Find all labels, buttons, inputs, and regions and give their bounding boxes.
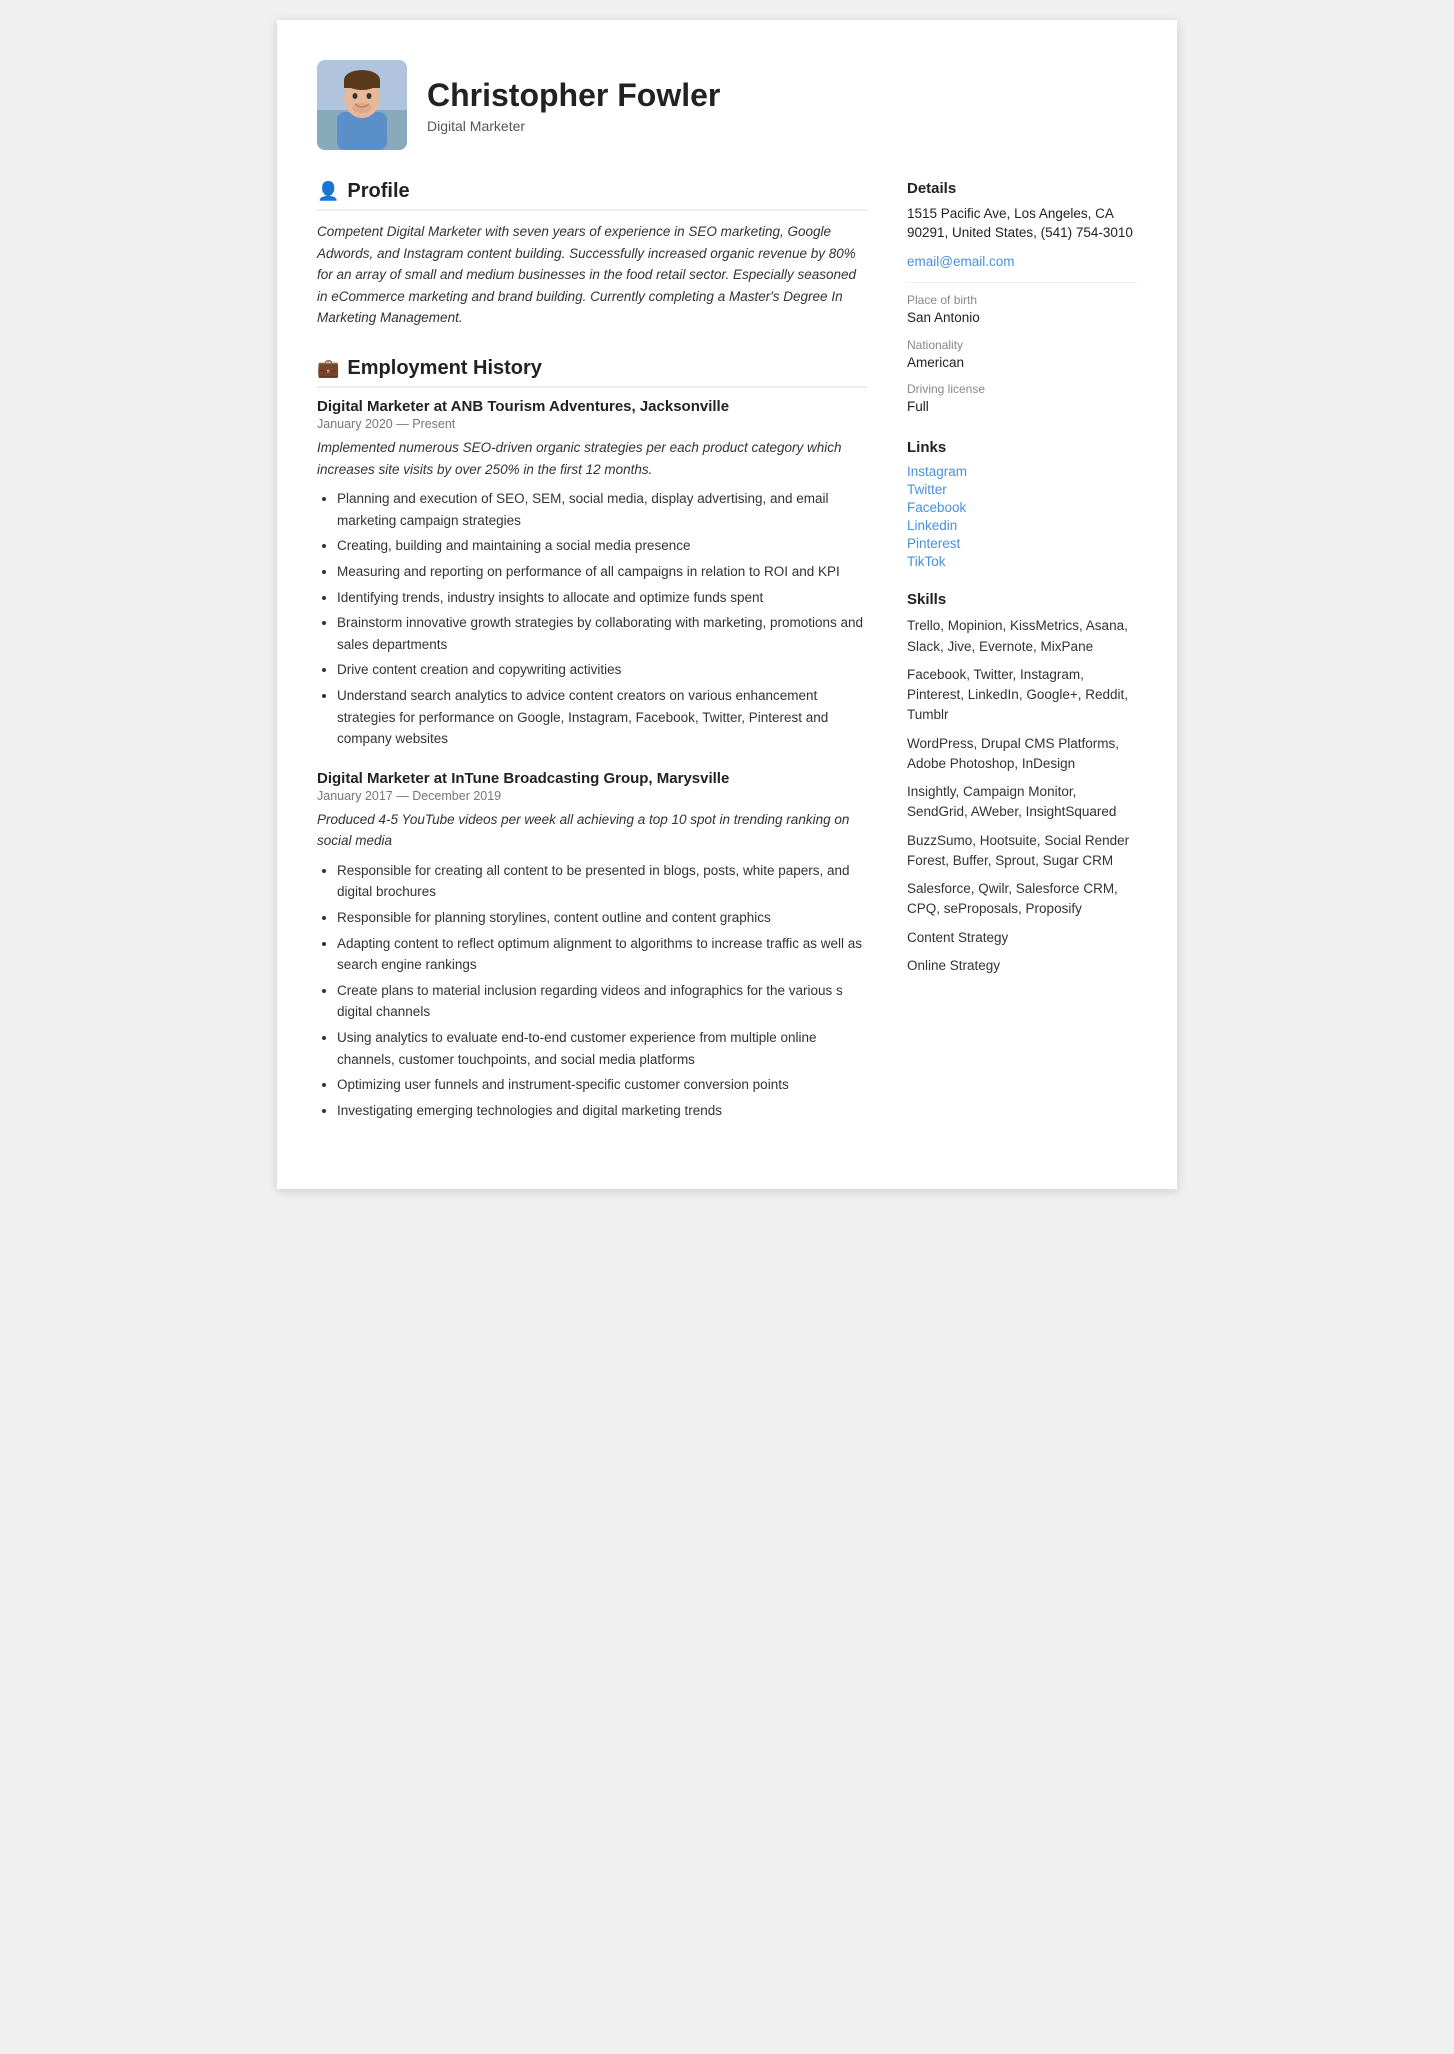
list-item: Brainstorm innovative growth strategies …: [337, 612, 867, 655]
profile-section: 👤 Profile Competent Digital Marketer wit…: [317, 180, 867, 329]
employment-icon: 💼: [317, 358, 339, 379]
links-title: Links: [907, 439, 1137, 456]
job-1-summary: Implemented numerous SEO-driven organic …: [317, 437, 867, 480]
link-instagram[interactable]: Instagram: [907, 464, 1137, 479]
place-of-birth: San Antonio: [907, 309, 1137, 328]
driving-license: Full: [907, 398, 1137, 417]
job-1-dates: January 2020 — Present: [317, 417, 867, 431]
list-item: Understand search analytics to advice co…: [337, 685, 867, 750]
list-item: Responsible for creating all content to …: [337, 860, 867, 903]
sidebar: Details 1515 Pacific Ave, Los Angeles, C…: [907, 180, 1137, 1149]
candidate-title: Digital Marketer: [427, 118, 720, 134]
nationality: American: [907, 354, 1137, 373]
link-tiktok[interactable]: TikTok: [907, 554, 1137, 569]
skill-7: Content Strategy: [907, 928, 1137, 948]
skill-3: WordPress, Drupal CMS Platforms, Adobe P…: [907, 734, 1137, 775]
details-section: Details 1515 Pacific Ave, Los Angeles, C…: [907, 180, 1137, 417]
link-pinterest[interactable]: Pinterest: [907, 536, 1137, 551]
address: 1515 Pacific Ave, Los Angeles, CA 90291,…: [907, 205, 1137, 243]
job-1-bullets: Planning and execution of SEO, SEM, soci…: [317, 488, 867, 750]
list-item: Responsible for planning storylines, con…: [337, 907, 867, 929]
link-facebook[interactable]: Facebook: [907, 500, 1137, 515]
skills-section: Skills Trello, Mopinion, KissMetrics, As…: [907, 591, 1137, 976]
list-item: Drive content creation and copywriting a…: [337, 659, 867, 681]
place-of-birth-label: Place of birth: [907, 293, 1137, 307]
job-2-summary: Produced 4-5 YouTube videos per week all…: [317, 809, 867, 852]
candidate-name: Christopher Fowler: [427, 77, 720, 114]
job-2-bullets: Responsible for creating all content to …: [317, 860, 867, 1122]
profile-title: 👤 Profile: [317, 180, 867, 211]
nationality-label: Nationality: [907, 338, 1137, 352]
list-item: Adapting content to reflect optimum alig…: [337, 933, 867, 976]
body-layout: 👤 Profile Competent Digital Marketer wit…: [317, 180, 1137, 1149]
job-2: Digital Marketer at InTune Broadcasting …: [317, 770, 867, 1122]
list-item: Optimizing user funnels and instrument-s…: [337, 1074, 867, 1096]
list-item: Using analytics to evaluate end-to-end c…: [337, 1027, 867, 1070]
skills-title: Skills: [907, 591, 1137, 608]
list-item: Identifying trends, industry insights to…: [337, 587, 867, 609]
links-section: Links Instagram Twitter Facebook Linkedi…: [907, 439, 1137, 569]
job-1-title: Digital Marketer at ANB Tourism Adventur…: [317, 398, 867, 415]
profile-icon: 👤: [317, 181, 339, 202]
avatar: [317, 60, 407, 150]
list-item: Creating, building and maintaining a soc…: [337, 535, 867, 557]
details-title: Details: [907, 180, 1137, 197]
skill-5: BuzzSumo, Hootsuite, Social Render Fores…: [907, 831, 1137, 872]
skill-8: Online Strategy: [907, 956, 1137, 976]
driving-license-label: Driving license: [907, 382, 1137, 396]
job-1: Digital Marketer at ANB Tourism Adventur…: [317, 398, 867, 750]
main-column: 👤 Profile Competent Digital Marketer wit…: [317, 180, 867, 1149]
skill-6: Salesforce, Qwilr, Salesforce CRM, CPQ, …: [907, 879, 1137, 920]
list-item: Investigating emerging technologies and …: [337, 1100, 867, 1122]
email: email@email.com: [907, 253, 1137, 272]
job-2-title: Digital Marketer at InTune Broadcasting …: [317, 770, 867, 787]
divider: [907, 282, 1137, 283]
link-twitter[interactable]: Twitter: [907, 482, 1137, 497]
skill-4: Insightly, Campaign Monitor, SendGrid, A…: [907, 782, 1137, 823]
profile-text: Competent Digital Marketer with seven ye…: [317, 221, 867, 329]
job-2-dates: January 2017 — December 2019: [317, 789, 867, 803]
resume-container: Christopher Fowler Digital Marketer 👤 Pr…: [277, 20, 1177, 1189]
list-item: Create plans to material inclusion regar…: [337, 980, 867, 1023]
header-text: Christopher Fowler Digital Marketer: [427, 77, 720, 134]
skill-1: Trello, Mopinion, KissMetrics, Asana, Sl…: [907, 616, 1137, 657]
list-item: Planning and execution of SEO, SEM, soci…: [337, 488, 867, 531]
employment-title: 💼 Employment History: [317, 357, 867, 388]
skill-2: Facebook, Twitter, Instagram, Pinterest,…: [907, 665, 1137, 726]
list-item: Measuring and reporting on performance o…: [337, 561, 867, 583]
employment-section: 💼 Employment History Digital Marketer at…: [317, 357, 867, 1121]
header-section: Christopher Fowler Digital Marketer: [317, 60, 1137, 150]
link-linkedin[interactable]: Linkedin: [907, 518, 1137, 533]
